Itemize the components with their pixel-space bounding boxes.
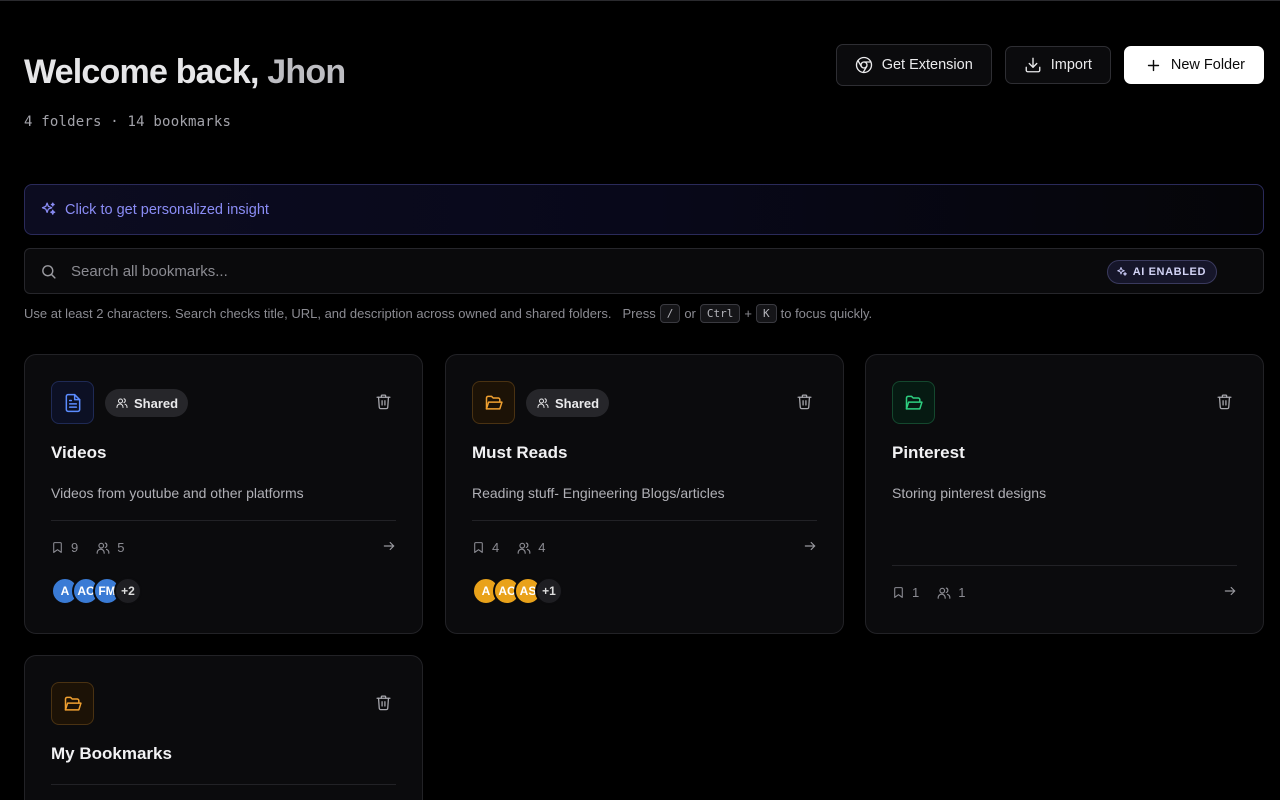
member-count-value: 1 — [958, 585, 966, 600]
top-border — [0, 0, 1280, 1]
member-count-value: 4 — [538, 540, 546, 555]
search-hint: Use at least 2 characters. Search checks… — [24, 304, 872, 323]
hint-text: Use at least 2 characters. Search checks… — [24, 306, 612, 321]
users-icon — [537, 398, 549, 408]
kbd-k: K — [755, 304, 777, 323]
folder-description: Videos from youtube and other platforms — [51, 485, 304, 501]
card-divider — [892, 565, 1237, 566]
new-folder-button[interactable]: New Folder — [1123, 46, 1264, 84]
hint-end: to focus quickly. — [780, 306, 873, 321]
header-actions: Get Extension Import New Folder — [835, 44, 1264, 86]
avatar-more: +1 — [535, 577, 563, 605]
kbd-ctrl: Ctrl — [699, 304, 741, 323]
chrome-icon — [855, 56, 872, 74]
folder-icon-box — [51, 682, 94, 725]
user-name: Jhon — [267, 53, 346, 91]
shared-badge: Shared — [105, 389, 189, 417]
search-icon — [42, 264, 56, 279]
shared-label: Shared — [555, 395, 600, 411]
member-count: 4 — [517, 540, 545, 555]
member-count: 1 — [937, 585, 965, 600]
get-extension-label: Get Extension — [881, 57, 973, 73]
page-title: Welcome back, Jhon — [24, 50, 346, 94]
arrow-right-icon[interactable] — [382, 539, 396, 553]
folder-open-icon — [485, 395, 503, 410]
shared-badge: Shared — [526, 389, 610, 417]
hint-plus: + — [744, 306, 752, 321]
users-icon — [937, 586, 951, 599]
trash-icon[interactable] — [375, 694, 392, 711]
folder-card-my-bookmarks[interactable]: My Bookmarks — [24, 655, 423, 800]
folder-description: Storing pinterest designs — [892, 485, 1047, 501]
get-extension-button[interactable]: Get Extension — [835, 44, 992, 86]
folder-card-must-reads[interactable]: Shared Must Reads Reading stuff- Enginee… — [445, 354, 844, 634]
insight-label: Click to get personalized insight — [65, 201, 269, 218]
bookmark-count: 1 — [892, 585, 919, 600]
folder-stats: 9 5 — [51, 540, 142, 555]
folder-card-pinterest[interactable]: Pinterest Storing pinterest designs 1 1 — [865, 354, 1264, 634]
search-input[interactable] — [71, 262, 1263, 280]
hint-press: Press — [622, 306, 656, 321]
folder-stats: 4 4 — [472, 540, 563, 555]
card-divider — [51, 520, 396, 521]
folder-icon-box — [472, 381, 515, 424]
sparkles-icon — [1117, 267, 1127, 276]
trash-icon[interactable] — [1216, 393, 1233, 410]
folder-summary: 4 folders · 14 bookmarks — [24, 114, 232, 130]
bookmark-count: 9 — [51, 540, 78, 555]
users-icon — [517, 541, 531, 554]
arrow-right-icon[interactable] — [803, 539, 817, 553]
folder-open-icon — [905, 395, 923, 410]
page-header: Welcome back, Jhon 4 folders · 14 bookma… — [24, 50, 346, 130]
member-avatars: A AC AS +1 — [472, 577, 563, 605]
folder-title: My Bookmarks — [51, 744, 172, 763]
hint-or: or — [684, 306, 696, 321]
file-text-icon — [65, 393, 80, 412]
users-icon — [116, 398, 128, 408]
folder-description: Reading stuff- Engineering Blogs/article… — [472, 485, 725, 501]
arrow-right-icon[interactable] — [1223, 584, 1237, 598]
ai-enabled-badge: AI ENABLED — [1106, 260, 1217, 284]
bookmark-count-value: 1 — [912, 585, 920, 600]
trash-icon[interactable] — [375, 393, 392, 410]
bookmark-icon — [894, 587, 903, 598]
avatar-more: +2 — [114, 577, 142, 605]
member-count: 5 — [96, 540, 124, 555]
sparkles-icon — [41, 202, 56, 215]
welcome-text: Welcome back, — [24, 53, 268, 91]
import-button[interactable]: Import — [1004, 46, 1111, 84]
folder-title: Videos — [51, 443, 107, 462]
folder-card-videos[interactable]: Shared Videos Videos from youtube and ot… — [24, 354, 423, 634]
plus-icon — [1147, 59, 1160, 71]
member-count-value: 5 — [117, 540, 125, 555]
search-bar: AI ENABLED — [24, 248, 1264, 294]
shared-label: Shared — [134, 395, 179, 411]
users-icon — [96, 541, 110, 554]
folder-stats: 1 1 — [892, 585, 983, 600]
bookmark-icon — [53, 542, 62, 553]
ai-badge-label: AI ENABLED — [1132, 266, 1206, 278]
new-folder-label: New Folder — [1170, 57, 1245, 73]
card-divider — [472, 520, 817, 521]
member-avatars: A AC FM +2 — [51, 577, 142, 605]
folder-icon-box — [892, 381, 935, 424]
trash-icon[interactable] — [796, 393, 813, 410]
folder-open-icon — [64, 696, 82, 711]
folder-title: Must Reads — [472, 443, 568, 462]
folder-title: Pinterest — [892, 443, 965, 462]
bookmark-count-value: 9 — [71, 540, 79, 555]
bookmark-count: 4 — [472, 540, 499, 555]
download-icon — [1025, 57, 1041, 73]
bookmark-count-value: 4 — [492, 540, 500, 555]
bookmark-icon — [474, 542, 483, 553]
folder-icon-box — [51, 381, 94, 424]
card-divider — [51, 784, 396, 785]
kbd-slash: / — [659, 304, 681, 323]
insight-banner[interactable]: Click to get personalized insight — [24, 184, 1264, 235]
import-label: Import — [1050, 57, 1092, 73]
